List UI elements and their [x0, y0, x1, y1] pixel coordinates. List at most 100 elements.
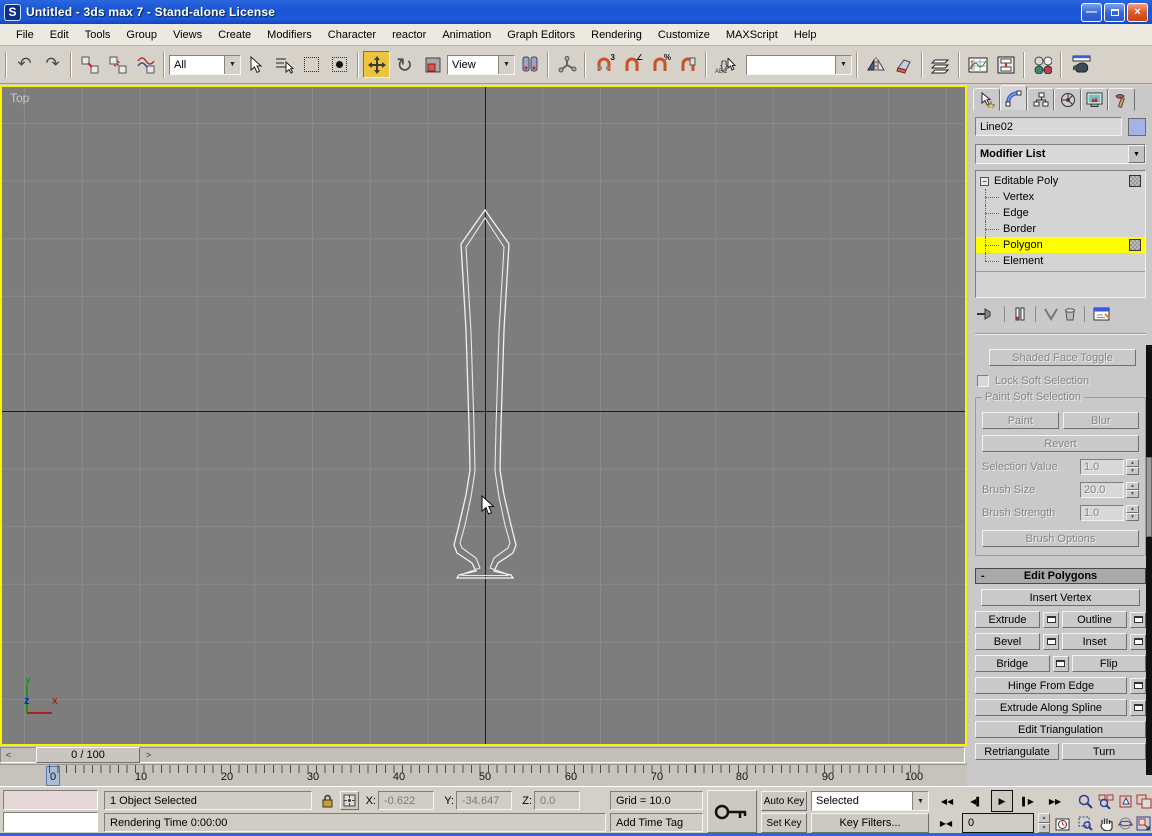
scrollbar-thumb[interactable] [1146, 457, 1152, 537]
menu-character[interactable]: Character [320, 27, 384, 43]
z-coordinate-field[interactable]: 0.0 [534, 791, 580, 810]
brush-size-field[interactable]: 20.0 [1080, 482, 1124, 498]
tab-modify[interactable] [1000, 85, 1027, 111]
bevel-button[interactable]: Bevel [975, 633, 1040, 650]
turn-button[interactable]: Turn [1062, 743, 1146, 760]
stack-item-border[interactable]: Border [976, 221, 1145, 237]
play-button[interactable]: ▶ [991, 790, 1013, 812]
rectangular-selection-region-button[interactable] [298, 51, 325, 78]
undo-button[interactable]: ↶ [11, 51, 38, 78]
pin-stack-button[interactable] [975, 306, 997, 322]
menu-graph-editors[interactable]: Graph Editors [499, 27, 583, 43]
maxscript-listener-input[interactable] [3, 790, 98, 810]
select-and-scale-button[interactable] [419, 51, 446, 78]
stack-item-vertex[interactable]: Vertex [976, 189, 1145, 205]
bind-to-space-warp-button[interactable] [132, 51, 159, 78]
title-bar[interactable]: S Untitled - 3ds max 7 - Stand-alone Lic… [0, 0, 1152, 24]
set-keys-button[interactable] [707, 790, 757, 833]
key-mode-toggle-button[interactable]: ▶◀ [934, 814, 958, 833]
object-color-swatch[interactable] [1128, 117, 1146, 136]
inset-button[interactable]: Inset [1062, 633, 1127, 650]
menu-maxscript[interactable]: MAXScript [718, 27, 786, 43]
menu-edit[interactable]: Edit [42, 27, 77, 43]
mirror-button[interactable] [862, 51, 889, 78]
stack-item-polygon[interactable]: Polygon [976, 237, 1145, 253]
add-time-tag-button[interactable]: Add Time Tag [610, 813, 703, 832]
selection-value-spinner[interactable]: ▲ ▼ [1126, 459, 1139, 475]
named-selection-sets-dropdown[interactable]: ▼ [746, 54, 852, 75]
maxscript-listener-output[interactable] [3, 812, 98, 832]
spinner-up-icon[interactable]: ▲ [1126, 459, 1139, 467]
absolute-offset-mode-toggle[interactable] [340, 791, 359, 810]
object-name-field[interactable]: Line02 [975, 117, 1122, 136]
menu-modifiers[interactable]: Modifiers [259, 27, 320, 43]
spinner-down-icon[interactable]: ▼ [1126, 513, 1139, 521]
menu-help[interactable]: Help [786, 27, 825, 43]
use-pivot-point-center-button[interactable] [516, 51, 543, 78]
spinner-up-icon[interactable]: ▲ [1126, 505, 1139, 513]
layer-manager-button[interactable] [927, 51, 954, 78]
hinge-from-edge-button[interactable]: Hinge From Edge [975, 677, 1127, 694]
zoom-all-button[interactable] [1096, 791, 1115, 811]
select-and-link-button[interactable] [76, 51, 103, 78]
select-and-rotate-button[interactable]: ↻ [391, 51, 418, 78]
key-filter-selection-dropdown[interactable]: Selected ▼ [811, 791, 929, 811]
brush-strength-field[interactable]: 1.0 [1080, 505, 1124, 521]
chevron-down-icon[interactable]: ▼ [498, 55, 514, 74]
tab-hierarchy[interactable] [1027, 88, 1054, 111]
y-coordinate-field[interactable]: -34.647 [456, 791, 512, 810]
material-editor-button[interactable] [1029, 51, 1056, 78]
menu-file[interactable]: File [8, 27, 42, 43]
arc-rotate-button[interactable] [1116, 814, 1135, 833]
bevel-settings-button[interactable] [1043, 633, 1059, 650]
selection-value-field[interactable]: 1.0 [1080, 459, 1124, 475]
spinner-snap-toggle-button[interactable] [674, 51, 701, 78]
spinner-up-icon[interactable]: ▲ [1126, 482, 1139, 490]
revert-button[interactable]: Revert [982, 435, 1139, 452]
bridge-button[interactable]: Bridge [975, 655, 1050, 672]
outline-button[interactable]: Outline [1062, 611, 1127, 628]
spinner-down-icon[interactable]: ▼ [1126, 467, 1139, 475]
extrude-along-spline-settings-button[interactable] [1130, 699, 1146, 716]
edit-named-selection-sets-button[interactable]: {} ABC [711, 51, 745, 78]
select-and-manipulate-button[interactable] [553, 51, 580, 78]
chevron-down-icon[interactable]: ▼ [1128, 145, 1145, 163]
selection-lock-toggle[interactable] [318, 791, 336, 810]
extrude-button[interactable]: Extrude [975, 611, 1040, 628]
viewport-top[interactable]: Top y z x [0, 85, 967, 746]
reference-coordinate-system-dropdown[interactable]: View ▼ [447, 54, 515, 75]
frame-spinner[interactable]: ▲ ▼ [1038, 813, 1050, 833]
snaps-toggle-button[interactable]: 3 [590, 51, 617, 78]
collapse-icon[interactable]: − [980, 176, 989, 186]
next-frame-arrow[interactable]: > [142, 748, 155, 762]
outline-settings-button[interactable] [1130, 611, 1146, 628]
key-filters-button[interactable]: Key Filters... [811, 813, 929, 833]
previous-frame-arrow[interactable]: < [2, 748, 15, 762]
shaded-face-toggle-button[interactable]: Shaded Face Toggle [989, 349, 1136, 366]
sword-spline-shape[interactable] [442, 197, 532, 592]
extrude-settings-button[interactable] [1043, 611, 1059, 628]
spinner-down-icon[interactable]: ▼ [1126, 490, 1139, 498]
flip-button[interactable]: Flip [1071, 655, 1146, 672]
inset-settings-button[interactable] [1130, 633, 1146, 650]
pan-button[interactable] [1096, 814, 1115, 833]
brush-size-spinner[interactable]: ▲ ▼ [1126, 482, 1139, 498]
region-zoom-button[interactable] [1076, 814, 1095, 833]
bridge-settings-button[interactable] [1052, 655, 1069, 672]
percent-snap-toggle-button[interactable]: % [646, 51, 673, 78]
hinge-settings-button[interactable] [1130, 677, 1146, 694]
minimize-button[interactable]: — [1081, 2, 1102, 22]
chevron-down-icon[interactable]: ▼ [912, 792, 928, 810]
menu-create[interactable]: Create [210, 27, 259, 43]
blur-button[interactable]: Blur [1062, 412, 1139, 429]
zoom-extents-button[interactable] [1116, 791, 1135, 811]
retriangulate-button[interactable]: Retriangulate [975, 743, 1059, 760]
set-key-button[interactable]: Set Key [761, 813, 807, 833]
zoom-extents-all-button[interactable] [1134, 791, 1152, 811]
tab-utilities[interactable] [1108, 88, 1135, 111]
extrude-along-spline-button[interactable]: Extrude Along Spline [975, 699, 1127, 716]
render-scene-button[interactable] [1066, 51, 1093, 78]
restore-button[interactable] [1104, 2, 1125, 22]
go-to-start-button[interactable]: ◀◀ [934, 791, 960, 811]
current-frame-field[interactable]: 0 [962, 813, 1034, 833]
